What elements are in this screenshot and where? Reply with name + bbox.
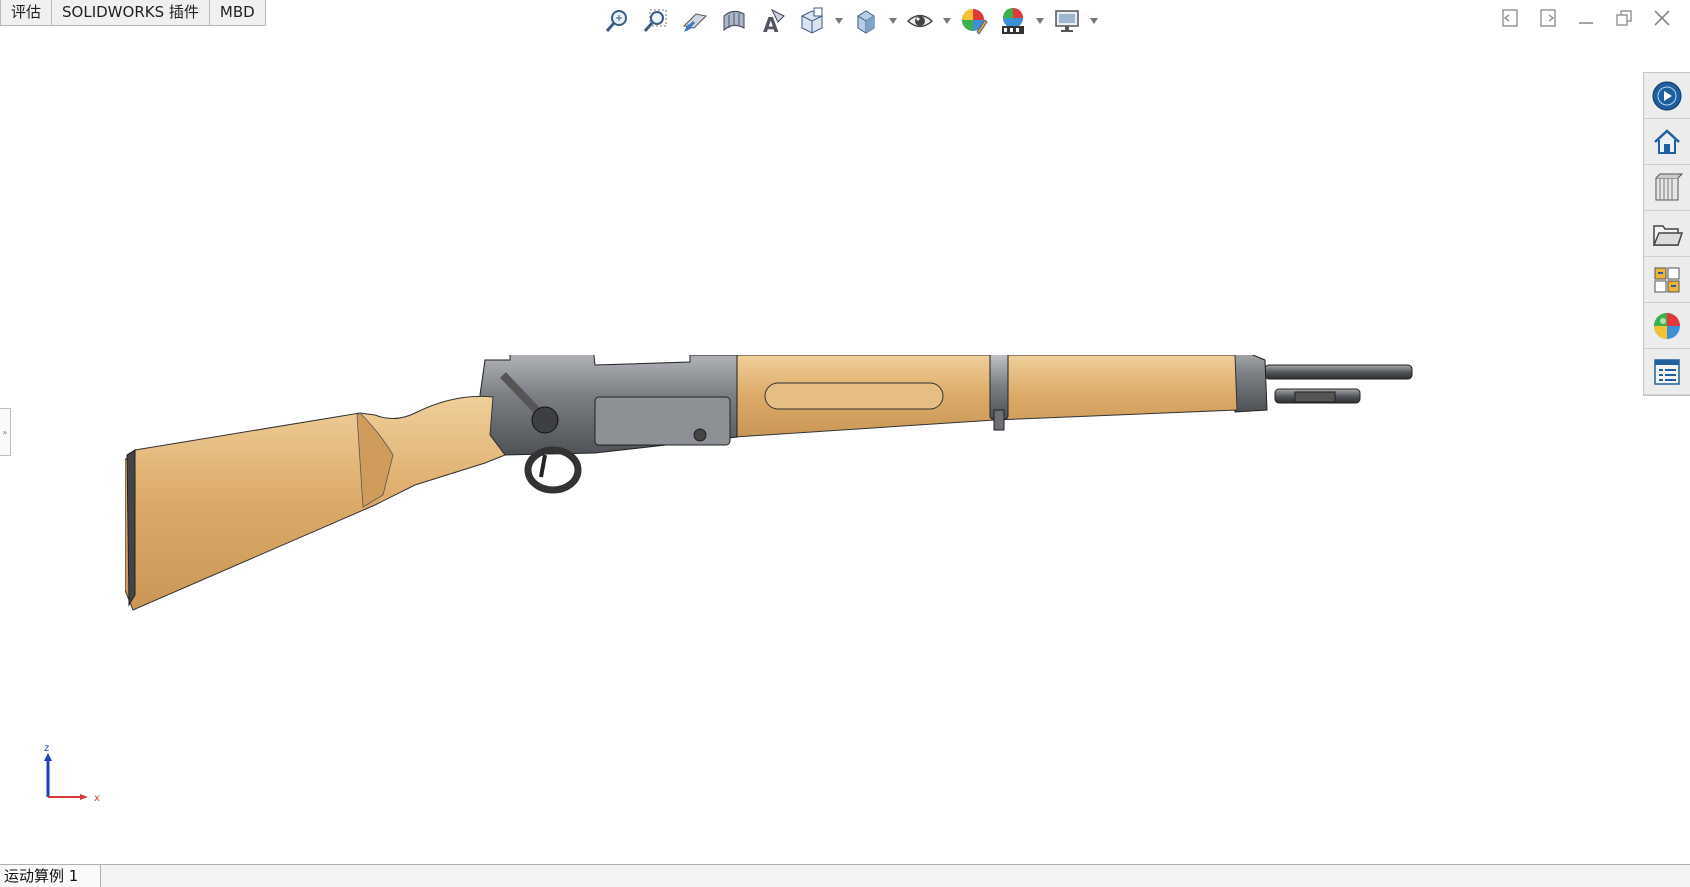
rifle-3d-model[interactable] bbox=[125, 355, 1525, 665]
triad-x-label: x bbox=[94, 793, 100, 803]
trigger-guard bbox=[524, 446, 582, 494]
band-screw bbox=[993, 409, 1005, 431]
buttplate bbox=[126, 449, 136, 607]
restore-icon[interactable] bbox=[1614, 8, 1634, 28]
feature-manager-collapse-handle[interactable]: » bbox=[0, 408, 11, 456]
custom-properties-icon[interactable] bbox=[1644, 349, 1690, 395]
bottom-tab-bar: 运动算例 1 bbox=[0, 864, 1690, 887]
solidworks-resources-icon[interactable] bbox=[1644, 73, 1690, 119]
home-icon[interactable] bbox=[1644, 119, 1690, 165]
tab-mbd[interactable]: MBD bbox=[208, 0, 266, 26]
buttstock bbox=[125, 395, 506, 611]
view-palette-icon[interactable] bbox=[1644, 257, 1690, 303]
motion-study-tab[interactable]: 运动算例 1 bbox=[0, 865, 101, 887]
tab-solidworks-addins[interactable]: SOLIDWORKS 插件 bbox=[51, 0, 210, 26]
magazine-housing bbox=[594, 396, 731, 446]
command-manager-tabs: 评估 SOLIDWORKS 插件 MBD bbox=[0, 0, 266, 27]
bolt-knob bbox=[531, 406, 559, 434]
tab-evaluate[interactable]: 评估 bbox=[0, 0, 53, 26]
file-explorer-icon[interactable] bbox=[1644, 211, 1690, 257]
tile-left-icon[interactable] bbox=[1500, 8, 1520, 28]
appearances-scenes-icon[interactable] bbox=[1644, 303, 1690, 349]
forend-slot bbox=[764, 382, 944, 410]
reference-triad: z x bbox=[44, 743, 100, 803]
task-pane bbox=[1643, 72, 1690, 396]
minimize-icon[interactable] bbox=[1576, 8, 1596, 28]
barrel-band bbox=[989, 355, 1009, 420]
close-icon[interactable] bbox=[1652, 8, 1672, 28]
window-controls bbox=[1500, 8, 1672, 28]
magazine-catch bbox=[693, 428, 707, 442]
barrel bbox=[1264, 364, 1413, 380]
design-library-icon[interactable] bbox=[1644, 165, 1690, 211]
tile-right-icon[interactable] bbox=[1538, 8, 1558, 28]
triad-z-label: z bbox=[44, 743, 49, 754]
trigger bbox=[539, 454, 547, 478]
knurled-section bbox=[1294, 391, 1336, 403]
